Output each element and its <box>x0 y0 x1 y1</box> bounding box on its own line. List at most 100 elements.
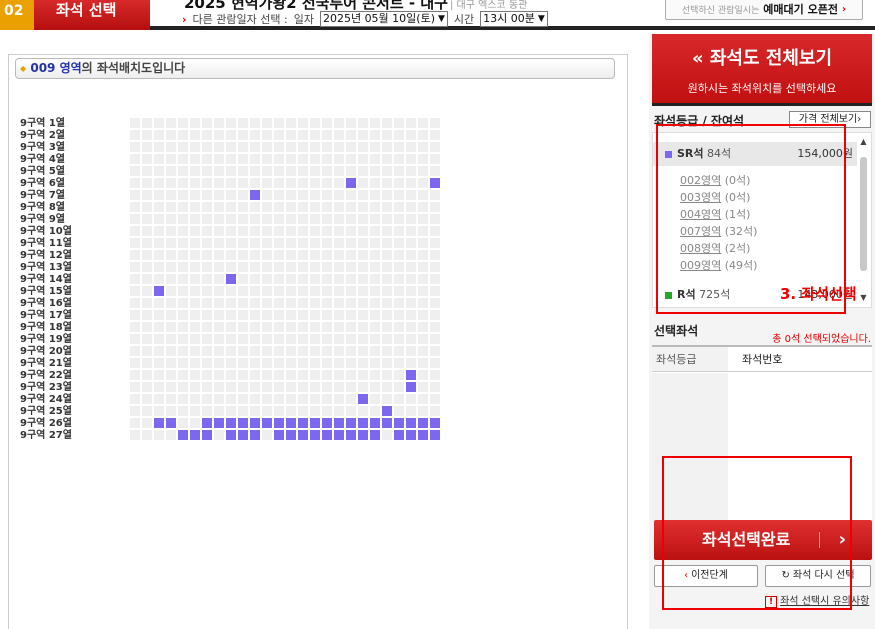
seat-unavailable <box>142 358 152 368</box>
seat-available[interactable] <box>358 394 368 404</box>
seat-unavailable <box>286 178 296 188</box>
seat-available[interactable] <box>334 430 344 440</box>
seat-available[interactable] <box>322 418 332 428</box>
seat-available[interactable] <box>250 418 260 428</box>
seat-unavailable <box>250 202 260 212</box>
seat-available[interactable] <box>274 418 284 428</box>
time-select[interactable]: 13시 00분 ▼ <box>480 11 548 27</box>
seat-available[interactable] <box>430 430 440 440</box>
seat-unavailable <box>214 214 224 224</box>
seat-unavailable <box>406 238 416 248</box>
seat-available[interactable] <box>154 418 164 428</box>
seat-available[interactable] <box>382 406 392 416</box>
seat-available[interactable] <box>370 418 380 428</box>
seat-available[interactable] <box>226 274 236 284</box>
seat-available[interactable] <box>190 430 200 440</box>
seat-available[interactable] <box>394 430 404 440</box>
seat-available[interactable] <box>202 430 212 440</box>
seat-available[interactable] <box>406 370 416 380</box>
date-selector-row: › 다른 관람일자 선택 : 일자 2025년 05월 10일(토) ▼ 시간 1… <box>182 11 548 27</box>
seat-available[interactable] <box>406 382 416 392</box>
seat-available[interactable] <box>346 430 356 440</box>
seat-available[interactable] <box>166 418 176 428</box>
seat-unavailable <box>322 262 332 272</box>
seat-unavailable <box>322 226 332 236</box>
seat-available[interactable] <box>298 418 308 428</box>
seat-available[interactable] <box>346 178 356 188</box>
seat-available[interactable] <box>214 418 224 428</box>
venue-label: | 대구 엑스코 동관 <box>450 0 528 11</box>
seat-unavailable <box>178 214 188 224</box>
seat-available[interactable] <box>154 286 164 296</box>
seat-unavailable <box>274 190 284 200</box>
view-all-title: 좌석도 전체보기 <box>709 48 833 69</box>
seat-available[interactable] <box>298 430 308 440</box>
seat-available[interactable] <box>430 418 440 428</box>
seat-available[interactable] <box>406 430 416 440</box>
seat-unavailable <box>382 130 392 140</box>
row-label: 9구역 13열 <box>20 262 72 273</box>
seat-available[interactable] <box>262 418 272 428</box>
seat-unavailable <box>334 394 344 404</box>
seat-available[interactable] <box>322 430 332 440</box>
seat-unavailable <box>154 274 164 284</box>
seat-available[interactable] <box>382 418 392 428</box>
seat-available[interactable] <box>394 418 404 428</box>
seat-available[interactable] <box>358 418 368 428</box>
seat-unavailable <box>238 130 248 140</box>
seat-unavailable <box>154 166 164 176</box>
seat-unavailable <box>394 178 404 188</box>
scroll-up-icon[interactable]: ▲ <box>858 137 869 147</box>
waitlist-open-button[interactable]: 선택하신 관람일시는 예매대기 오픈전 › <box>665 0 863 20</box>
seat-unavailable <box>430 382 440 392</box>
seat-unavailable <box>250 346 260 356</box>
seat-available[interactable] <box>286 418 296 428</box>
seat-available[interactable] <box>418 430 428 440</box>
seat-available[interactable] <box>238 418 248 428</box>
seat-available[interactable] <box>358 430 368 440</box>
seat-unavailable <box>154 142 164 152</box>
seat-unavailable <box>214 178 224 188</box>
date-select[interactable]: 2025년 05월 10일(토) ▼ <box>319 11 448 27</box>
seat-unavailable <box>430 286 440 296</box>
seat-unavailable <box>310 394 320 404</box>
seat-available[interactable] <box>418 418 428 428</box>
seat-available[interactable] <box>250 190 260 200</box>
seat-unavailable <box>358 358 368 368</box>
seat-unavailable <box>166 322 176 332</box>
seat-available[interactable] <box>346 418 356 428</box>
seat-unavailable <box>370 262 380 272</box>
seat-unavailable <box>274 334 284 344</box>
view-full-seatmap-button[interactable]: « 좌석도 전체보기 원하시는 좌석위치를 선택하세요 <box>652 34 872 106</box>
seat-unavailable <box>166 286 176 296</box>
scroll-thumb[interactable] <box>860 157 867 271</box>
seat-unavailable <box>262 310 272 320</box>
scroll-down-icon[interactable]: ▼ <box>858 293 869 303</box>
seat-unavailable <box>142 394 152 404</box>
seat-unavailable <box>250 154 260 164</box>
seat-unavailable <box>130 322 140 332</box>
seat-available[interactable] <box>310 430 320 440</box>
grade-list-scrollbar[interactable]: ▲ ▼ <box>858 137 869 303</box>
seat-unavailable <box>298 142 308 152</box>
seat-unavailable <box>430 298 440 308</box>
seat-available[interactable] <box>226 418 236 428</box>
seat-available[interactable] <box>406 418 416 428</box>
seat-unavailable <box>262 430 272 440</box>
seat-available[interactable] <box>178 430 188 440</box>
seat-available[interactable] <box>250 430 260 440</box>
seat-available[interactable] <box>202 418 212 428</box>
seat-available[interactable] <box>286 430 296 440</box>
seat-unavailable <box>274 166 284 176</box>
seat-available[interactable] <box>274 430 284 440</box>
seat-unavailable <box>214 118 224 128</box>
seat-available[interactable] <box>334 418 344 428</box>
seat-available[interactable] <box>430 178 440 188</box>
seat-unavailable <box>406 262 416 272</box>
seat-unavailable <box>166 202 176 212</box>
seat-unavailable <box>370 286 380 296</box>
seat-available[interactable] <box>310 418 320 428</box>
seat-available[interactable] <box>238 430 248 440</box>
seat-available[interactable] <box>370 430 380 440</box>
seat-available[interactable] <box>226 430 236 440</box>
